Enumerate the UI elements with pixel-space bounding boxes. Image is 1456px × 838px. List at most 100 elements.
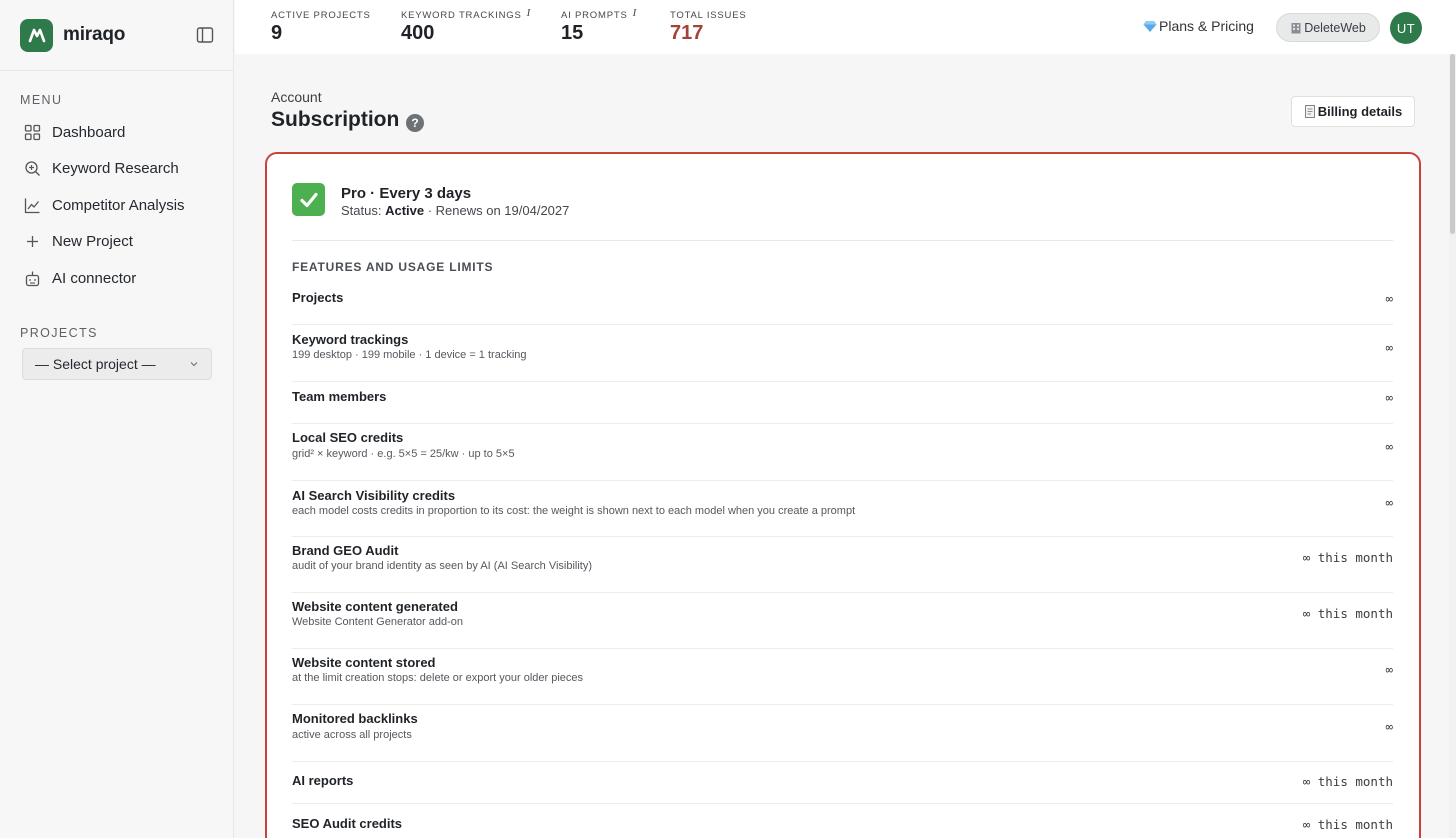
breadcrumb: Account	[271, 89, 322, 105]
sidebar-item-label: New Project	[52, 233, 133, 251]
feature-value: ∞ this month	[1302, 606, 1393, 621]
sidebar-item-new-project[interactable]: New Project	[20, 224, 216, 261]
list-item: AI Search Visibility credits each model …	[292, 481, 1393, 537]
sidebar-item-label: Competitor Analysis	[52, 196, 185, 214]
stat-value: 717	[670, 22, 704, 44]
feature-name: Keyword trackings	[292, 332, 409, 347]
billing-details-button[interactable]: Billing details	[1291, 96, 1415, 127]
plans-pricing-label: Plans & Pricing	[1159, 18, 1254, 34]
plan-renewal: · Renews on 19/04/2027	[424, 203, 570, 218]
stat-keyword-trackings: KEYWORD TRACKINGS i 400	[401, 7, 531, 45]
stat-value: 15	[561, 22, 584, 44]
sidebar-item-label: AI connector	[52, 269, 137, 287]
feature-name: Brand GEO Audit	[292, 543, 399, 558]
site-switcher[interactable]: DeleteWeb	[1276, 13, 1380, 42]
list-item: SEO Audit credits ∞ this month	[292, 804, 1393, 838]
feature-value: ∞	[1385, 439, 1393, 454]
feature-name: Website content stored	[292, 655, 436, 670]
scroll-thumb[interactable]	[1450, 54, 1455, 234]
feature-name: Team members	[292, 389, 387, 404]
feature-value: ∞	[1385, 719, 1393, 734]
sidebar-toggle-icon[interactable]	[196, 26, 214, 44]
stat-active-projects: ACTIVE PROJECTS 9	[271, 10, 371, 45]
stat-label: ACTIVE PROJECTS	[271, 10, 371, 21]
feature-description: each model costs credits in proportion t…	[292, 505, 856, 517]
gem-icon	[1143, 21, 1157, 32]
feature-name: Monitored backlinks	[292, 711, 418, 726]
stat-label: KEYWORD TRACKINGS	[401, 10, 522, 21]
sidebar-item-competitor-analysis[interactable]: Competitor Analysis	[20, 187, 216, 224]
avatar[interactable]: UT	[1390, 12, 1422, 44]
logo-icon[interactable]	[20, 18, 53, 52]
feature-name: Projects	[292, 290, 344, 305]
divider	[292, 240, 1393, 241]
feature-value: ∞	[1385, 662, 1393, 677]
list-item: Website content generated Website Conten…	[292, 593, 1393, 649]
stat-value: 9	[271, 22, 283, 44]
grid-icon	[24, 124, 41, 140]
list-item: Monitored backlinks active across all pr…	[292, 705, 1393, 762]
list-item: Local SEO credits grid² × keyword · e.g.…	[292, 424, 1393, 481]
feature-value: ∞	[1385, 291, 1393, 306]
stat-ai-prompts: AI PROMPTS i 15	[561, 7, 637, 45]
stat-total-issues: TOTAL ISSUES 717	[670, 10, 746, 45]
feature-description: 199 desktop · 199 mobile · 1 device = 1 …	[292, 349, 527, 361]
info-icon[interactable]: i	[527, 7, 531, 19]
list-item: Keyword trackings 199 desktop · 199 mobi…	[292, 325, 1393, 382]
features-title: FEATURES AND USAGE LIMITS	[292, 260, 494, 274]
feature-name: AI reports	[292, 773, 354, 788]
line-chart-icon	[24, 198, 40, 213]
feature-value: ∞ this month	[1302, 550, 1393, 565]
feature-value: ∞	[1385, 390, 1393, 405]
feature-name: Website content generated	[292, 599, 458, 614]
brand: miraqo	[0, 0, 233, 71]
list-item: Brand GEO Audit audit of your brand iden…	[292, 537, 1393, 593]
plan-status-prefix: Status:	[341, 203, 386, 218]
plus-icon	[27, 236, 38, 248]
projects-label: PROJECTS	[20, 326, 98, 340]
info-icon[interactable]: i	[633, 7, 637, 19]
top-bar: ACTIVE PROJECTS 9 KEYWORD TRACKINGS i 400…	[235, 0, 1456, 54]
receipt-icon	[1304, 105, 1315, 118]
feature-description: grid² × keyword · e.g. 5×5 = 25/kw · up …	[292, 448, 515, 460]
list-item: AI reports ∞ this month	[292, 762, 1393, 804]
project-select-value: — Select project —	[35, 356, 156, 372]
plan-name: Pro · Every 3 days	[341, 185, 472, 202]
plan-status-value: Active	[385, 203, 425, 218]
sidebar-item-dashboard[interactable]: Dashboard	[20, 114, 216, 151]
feature-value: ∞	[1385, 340, 1393, 355]
feature-value: ∞	[1385, 495, 1393, 510]
feature-description: active across all projects	[292, 729, 412, 741]
feature-name: SEO Audit credits	[292, 816, 403, 831]
plans-pricing-link[interactable]: Plans & Pricing	[1143, 18, 1254, 34]
feature-value: ∞ this month	[1302, 817, 1393, 832]
chevron-down-icon	[190, 362, 198, 367]
logo-text: miraqo	[63, 24, 126, 45]
sidebar-item-ai-connector[interactable]: AI connector	[20, 260, 216, 297]
help-icon[interactable]: ?	[406, 114, 424, 132]
scrollbar[interactable]	[1449, 54, 1456, 838]
feature-name: AI Search Visibility credits	[292, 488, 456, 503]
sidebar-item-keyword-research[interactable]: Keyword Research	[20, 151, 216, 188]
stat-label: TOTAL ISSUES	[670, 10, 747, 21]
check-icon	[292, 183, 325, 216]
sidebar-item-label: Dashboard	[52, 123, 126, 141]
feature-description: audit of your brand identity as seen by …	[292, 560, 593, 572]
feature-description: at the limit creation stops: delete or e…	[292, 672, 584, 684]
main-menu: Dashboard Keyword Research Competitor An…	[20, 114, 216, 297]
page-title: Subscription	[271, 108, 400, 131]
project-select[interactable]: — Select project —	[22, 348, 212, 380]
robot-icon	[25, 271, 40, 286]
list-item: Projects ∞	[292, 283, 1393, 325]
plan-status: Status: Active · Renews on 19/04/2027	[341, 203, 569, 218]
feature-name: Local SEO credits	[292, 430, 404, 445]
features-list: Projects ∞ Keyword trackings 199 desktop…	[292, 283, 1393, 838]
feature-description: Website Content Generator add-on	[292, 616, 464, 628]
billing-details-label: Billing details	[1317, 104, 1403, 119]
menu-label: MENU	[20, 93, 63, 107]
stat-value: 400	[401, 22, 435, 44]
feature-value: ∞ this month	[1302, 774, 1393, 789]
search-icon	[25, 161, 40, 177]
list-item: Team members ∞	[292, 382, 1393, 424]
sidebar-item-label: Keyword Research	[52, 160, 179, 178]
